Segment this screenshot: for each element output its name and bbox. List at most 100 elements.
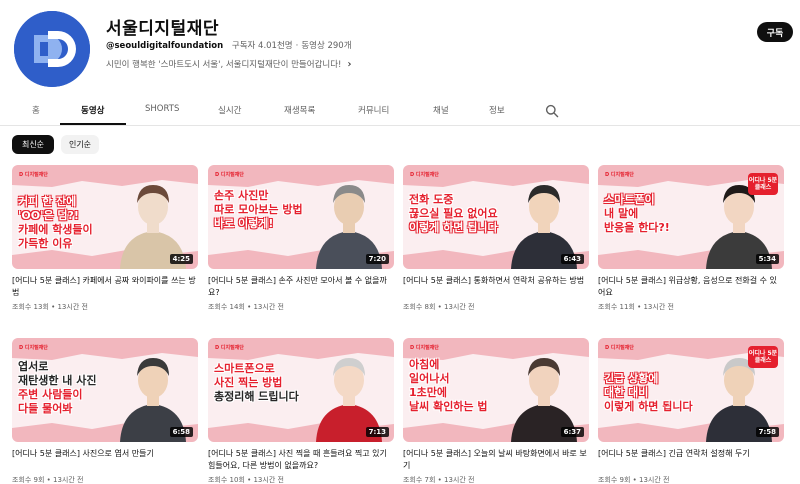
class-badge: 어디나 5분 클래스 <box>748 173 778 195</box>
video-card[interactable]: D 디지털재단전화 도중 끊으실 필요 없어요 이렇게 하면 됩니다 6:43 [어디나… <box>403 165 589 312</box>
tab-about[interactable]: 정보 <box>489 104 505 116</box>
video-thumbnail[interactable]: D 디지털재단엽서로 재탄생한 내 사진 주변 사람들이 다들 물어봐 6:58 <box>12 338 198 442</box>
video-card[interactable]: D 디지털재단 어디나 5분 클래스스마트폰이 내 말에 반응을 한다?! 5:34 [어… <box>598 165 784 312</box>
thumbnail-caption: 'OO'은 덤?! <box>18 209 79 222</box>
video-count: 동영상 290개 <box>301 41 352 51</box>
tab-playlists[interactable]: 재생목록 <box>284 104 315 116</box>
thumbnail-brand-logo: D 디지털재단 <box>215 172 244 178</box>
video-thumbnail[interactable]: D 디지털재단 어디나 5분 클래스긴급 상황에 대한 대비 이렇게 하면 됩니다 7:… <box>598 338 784 442</box>
sort-latest-chip[interactable]: 최신순 <box>12 135 54 154</box>
video-thumbnail[interactable]: D 디지털재단손주 사진만 따로 모아보는 방법 바로 이렇게! 7:20 <box>208 165 394 269</box>
thumbnail-caption: 사진 찍는 방법 <box>214 376 283 389</box>
tab-home[interactable]: 홈 <box>32 104 40 116</box>
thumbnail-caption: 이렇게 하면 됩니다 <box>604 400 693 413</box>
video-card[interactable]: D 디지털재단 어디나 5분 클래스긴급 상황에 대한 대비 이렇게 하면 됩니다 7:… <box>598 338 784 484</box>
video-thumbnail[interactable]: D 디지털재단 어디나 5분 클래스스마트폰이 내 말에 반응을 한다?! 5:34 <box>598 165 784 269</box>
chevron-right-icon: › <box>347 59 352 70</box>
video-title[interactable]: [어디나 5분 클래스] 위급상황, 음성으로 전화걸 수 있어요 <box>598 275 784 299</box>
tab-videos[interactable]: 동영상 <box>81 104 104 116</box>
thumbnail-caption: 엽서로 <box>18 360 49 373</box>
thumbnail-brand-logo: D 디지털재단 <box>19 345 48 351</box>
thumbnail-caption: 대한 대비 <box>604 386 649 399</box>
video-duration: 5:34 <box>755 254 779 264</box>
video-thumbnail[interactable]: D 디지털재단아침에 일어나서 1초만에 날씨 확인하는 법 6:37 <box>403 338 589 442</box>
thumbnail-caption: 재탄생한 내 사진 <box>18 374 97 387</box>
video-title[interactable]: [어디나 5분 클래스] 사진으로 엽서 만들기 <box>12 448 198 472</box>
channel-handle: @seouldigitalfoundation <box>106 41 224 51</box>
tab-shorts[interactable]: SHORTS <box>145 104 179 114</box>
channel-tabs: 홈 동영상 SHORTS 실시간 재생목록 커뮤니티 채널 정보 <box>0 96 800 126</box>
subscribe-button[interactable]: 구독 <box>757 22 793 42</box>
video-meta: 조회수 9회 • 13시간 전 <box>12 476 84 484</box>
channel-meta: @seouldigitalfoundation 구독자 4.01천명 ‧ 동영상 2… <box>106 41 352 51</box>
video-meta: 조회수 8회 • 13시간 전 <box>403 303 475 311</box>
video-thumbnail[interactable]: D 디지털재단스마트폰으로 사진 찍는 방법 총정리해 드립니다 7:13 <box>208 338 394 442</box>
video-duration: 6:43 <box>560 254 584 264</box>
video-title[interactable]: [어디나 5분 클래스] 오늘의 날씨 바탕화면에서 바로 보기 <box>403 448 589 472</box>
channel-logo-icon <box>14 11 90 87</box>
tab-community[interactable]: 커뮤니티 <box>358 104 389 116</box>
thumbnail-caption: 1초만에 <box>409 386 448 399</box>
video-card[interactable]: D 디지털재단커피 한 잔에 'OO'은 덤?! 카페에 학생들이 가득한 이유 4:2… <box>12 165 198 312</box>
thumbnail-caption: 총정리해 드립니다 <box>214 390 299 403</box>
channel-description-text: 시민이 행복한 '스마트도시 서울', 서울디지털재단이 만들어갑니다! <box>106 60 342 70</box>
tab-channels[interactable]: 채널 <box>433 104 449 116</box>
thumbnail-caption: 날씨 확인하는 법 <box>409 400 488 413</box>
thumbnail-caption: 커피 한 잔에 <box>18 195 77 208</box>
video-duration: 6:37 <box>560 427 584 437</box>
class-badge: 어디나 5분 클래스 <box>748 346 778 368</box>
thumbnail-caption: 반응을 한다?! <box>604 221 670 234</box>
video-duration: 7:20 <box>365 254 389 264</box>
thumbnail-brand-logo: D 디지털재단 <box>19 172 48 178</box>
video-thumbnail[interactable]: D 디지털재단커피 한 잔에 'OO'은 덤?! 카페에 학생들이 가득한 이유 4:2… <box>12 165 198 269</box>
thumbnail-caption: 다들 물어봐 <box>18 402 73 415</box>
video-title[interactable]: [어디나 5분 클래스] 통화하면서 연락처 공유하는 방법 <box>403 275 589 299</box>
channel-description[interactable]: 시민이 행복한 '스마트도시 서울', 서울디지털재단이 만들어갑니다! › <box>106 58 351 70</box>
video-card[interactable]: D 디지털재단엽서로 재탄생한 내 사진 주변 사람들이 다들 물어봐 6:58 [어디나… <box>12 338 198 484</box>
video-meta: 조회수 9회 • 13시간 전 <box>598 476 670 484</box>
channel-title: 서울디지털재단 <box>106 19 219 39</box>
video-title[interactable]: [어디나 5분 클래스] 손주 사진만 모아서 볼 수 없을까요? <box>208 275 394 299</box>
video-duration: 4:25 <box>169 254 193 264</box>
video-card[interactable]: D 디지털재단스마트폰으로 사진 찍는 방법 총정리해 드립니다 7:13 [어디나 5… <box>208 338 394 484</box>
channel-avatar[interactable] <box>14 11 90 87</box>
thumbnail-caption: 스마트폰이 <box>604 193 655 206</box>
thumbnail-brand-logo: D 디지털재단 <box>605 172 634 178</box>
thumbnail-caption: 스마트폰으로 <box>214 362 275 375</box>
video-meta: 조회수 13회 • 13시간 전 <box>12 303 88 311</box>
subscriber-count: 구독자 4.01천명 <box>231 41 293 51</box>
thumbnail-caption: 이렇게 하면 됩니다 <box>409 221 498 234</box>
thumbnail-brand-logo: D 디지털재단 <box>410 345 439 351</box>
video-duration: 7:58 <box>755 427 779 437</box>
video-meta: 조회수 14회 • 13시간 전 <box>208 303 284 311</box>
video-meta: 조회수 10회 • 13시간 전 <box>208 476 284 484</box>
thumbnail-brand-logo: D 디지털재단 <box>215 345 244 351</box>
search-icon[interactable] <box>545 104 559 118</box>
tab-live[interactable]: 실시간 <box>218 104 241 116</box>
thumbnail-caption: 긴급 상황에 <box>604 372 659 385</box>
thumbnail-brand-logo: D 디지털재단 <box>605 345 634 351</box>
video-meta: 조회수 11회 • 13시간 전 <box>598 303 674 311</box>
video-title[interactable]: [어디나 5분 클래스] 카페에서 공짜 와이파이를 쓰는 방법 <box>12 275 198 299</box>
thumbnail-caption: 바로 이렇게! <box>214 217 274 230</box>
thumbnail-brand-logo: D 디지털재단 <box>410 172 439 178</box>
video-title[interactable]: [어디나 5분 클래스] 긴급 연락처 설정해 두기 <box>598 448 784 472</box>
active-tab-indicator <box>60 123 126 125</box>
thumbnail-caption: 따로 모아보는 방법 <box>214 203 303 216</box>
thumbnail-caption: 일어나서 <box>409 372 450 385</box>
thumbnail-caption: 가득한 이유 <box>18 237 73 250</box>
thumbnail-caption: 주변 사람들이 <box>18 388 83 401</box>
video-duration: 7:13 <box>365 427 389 437</box>
video-card[interactable]: D 디지털재단아침에 일어나서 1초만에 날씨 확인하는 법 6:37 [어디나 5분 클… <box>403 338 589 484</box>
video-title[interactable]: [어디나 5분 클래스] 사진 찍을 때 흔들려요 찍고 있기 힘들어요, 다른… <box>208 448 394 472</box>
thumbnail-caption: 카페에 학생들이 <box>18 223 93 236</box>
thumbnail-caption: 아침에 <box>409 358 440 371</box>
video-thumbnail[interactable]: D 디지털재단전화 도중 끊으실 필요 없어요 이렇게 하면 됩니다 6:43 <box>403 165 589 269</box>
sort-popular-chip[interactable]: 인기순 <box>61 135 99 154</box>
thumbnail-caption: 손주 사진만 <box>214 189 269 202</box>
thumbnail-caption: 끊으실 필요 없어요 <box>409 207 498 220</box>
video-card[interactable]: D 디지털재단손주 사진만 따로 모아보는 방법 바로 이렇게! 7:20 [어디나 5… <box>208 165 394 312</box>
thumbnail-caption: 전화 도중 <box>409 193 454 206</box>
thumbnail-caption: 내 말에 <box>604 207 639 220</box>
video-duration: 6:58 <box>169 427 193 437</box>
